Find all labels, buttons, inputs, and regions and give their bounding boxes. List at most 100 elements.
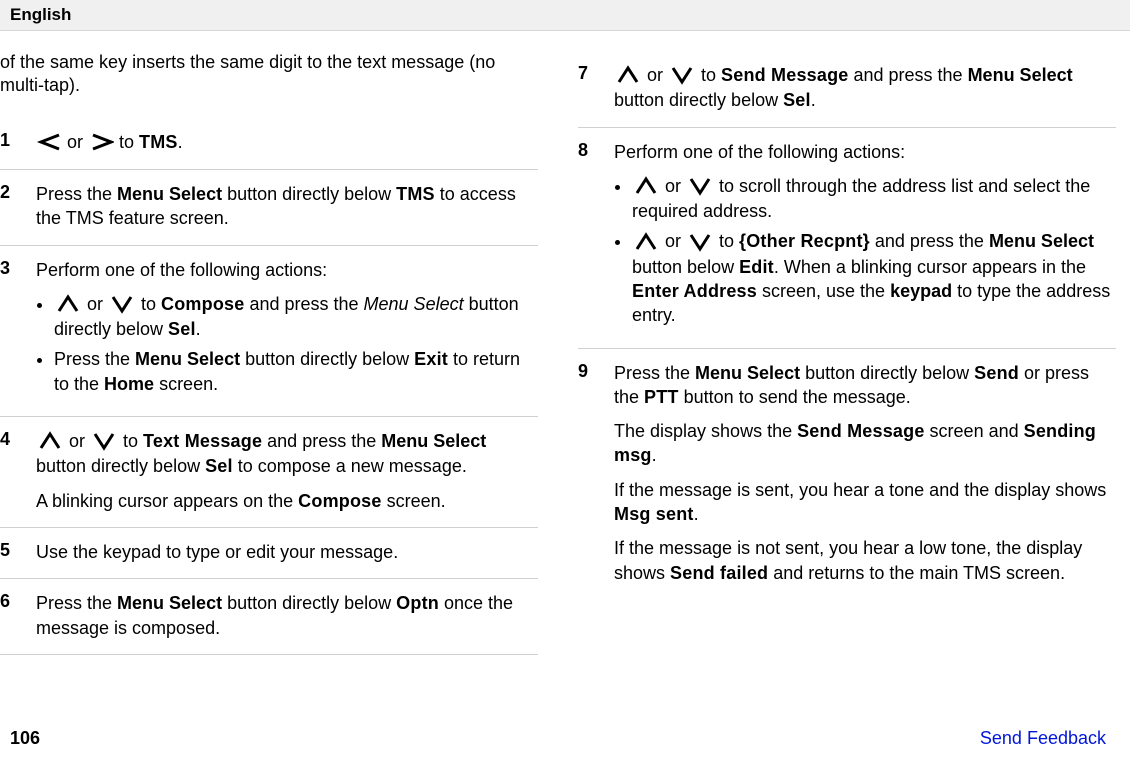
- text: If the message is sent, you hear a tone …: [614, 480, 1106, 500]
- footer: 106 Send Feedback: [0, 728, 1130, 749]
- list-item: or to {Other Recpnt} and press the Menu …: [632, 229, 1116, 327]
- chevron-up-icon: [36, 429, 64, 453]
- step-content: Press the Menu Select button directly be…: [614, 361, 1116, 585]
- step8-list: or to scroll through the address list an…: [614, 174, 1116, 328]
- list-item: Press the Menu Select button directly be…: [54, 347, 538, 396]
- step-number: 4: [0, 429, 20, 513]
- step8-intro: Perform one of the following actions:: [614, 140, 1116, 164]
- step3-intro: Perform one of the following actions:: [36, 258, 538, 282]
- text: .: [694, 504, 699, 524]
- tms-label: TMS: [139, 132, 178, 152]
- other-recpnt-label: {Other Recpnt}: [739, 231, 870, 251]
- chevron-down-icon: [668, 63, 696, 87]
- step-4: 4 or to Text Message and press the Menu …: [0, 416, 538, 527]
- header-language: English: [10, 5, 71, 25]
- or-label: or: [82, 294, 108, 314]
- step-content: or to Text Message and press the Menu Se…: [36, 429, 538, 513]
- send-feedback-link[interactable]: Send Feedback: [980, 728, 1106, 749]
- right-column: 7 or to Send Message and press the Menu …: [578, 51, 1116, 655]
- step-number: 7: [578, 63, 598, 113]
- edit-label: Edit: [739, 257, 774, 277]
- step-1: 1 or to TMS.: [0, 118, 538, 169]
- step-8: 8 Perform one of the following actions: …: [578, 128, 1116, 349]
- to-label: to: [696, 65, 721, 85]
- step-content: Press the Menu Select button directly be…: [36, 182, 538, 231]
- or-label: or: [642, 65, 668, 85]
- enter-address-label: Enter Address: [632, 281, 757, 301]
- text: Press the: [614, 363, 695, 383]
- step-content: Perform one of the following actions: or…: [36, 258, 538, 402]
- step-7: 7 or to Send Message and press the Menu …: [578, 51, 1116, 128]
- to-label: to: [118, 431, 143, 451]
- left-column: of the same key inserts the same digit t…: [0, 51, 538, 655]
- text: to compose a new message.: [233, 456, 467, 476]
- exit-label: Exit: [414, 349, 448, 369]
- text: screen, use the: [757, 281, 890, 301]
- text: button directly below: [222, 184, 396, 204]
- text: button directly below: [222, 593, 396, 613]
- send-message-label: Send Message: [797, 421, 924, 441]
- text: button to send the message.: [679, 387, 911, 407]
- chevron-down-icon: [90, 429, 118, 453]
- step-number: 6: [0, 591, 20, 640]
- or-label: or: [660, 176, 686, 196]
- text: Press the: [54, 349, 135, 369]
- step-number: 3: [0, 258, 20, 402]
- step-3: 3 Perform one of the following actions: …: [0, 245, 538, 416]
- text-message-label: Text Message: [143, 431, 262, 451]
- text: Press the: [36, 184, 117, 204]
- list-item: or to Compose and press the Menu Select …: [54, 292, 538, 342]
- ptt-label: PTT: [644, 387, 679, 407]
- text: The display shows the: [614, 421, 797, 441]
- text: screen.: [382, 491, 446, 511]
- step-content: Use the keypad to type or edit your mess…: [36, 540, 538, 564]
- chevron-right-icon: [88, 130, 114, 154]
- step-number: 2: [0, 182, 20, 231]
- text: screen.: [154, 374, 218, 394]
- step-number: 9: [578, 361, 598, 585]
- intro-text: of the same key inserts the same digit t…: [0, 51, 538, 98]
- menu-select-italic: Menu Select: [364, 294, 464, 314]
- text: . When a blinking cursor appears in the: [774, 257, 1086, 277]
- page-number: 106: [10, 728, 40, 749]
- tms-label: TMS: [396, 184, 435, 204]
- chevron-down-icon: [686, 174, 714, 198]
- text: A blinking cursor appears on the: [36, 491, 298, 511]
- step-number: 5: [0, 540, 20, 564]
- step5-text: Use the keypad to type or edit your mess…: [36, 540, 538, 564]
- list-item: or to scroll through the address list an…: [632, 174, 1116, 224]
- step-content: Perform one of the following actions: or…: [614, 140, 1116, 334]
- chevron-up-icon: [614, 63, 642, 87]
- msg-sent-label: Msg sent: [614, 504, 694, 524]
- home-label: Home: [104, 374, 154, 394]
- send-label: Send: [974, 363, 1019, 383]
- compose-label: Compose: [298, 491, 381, 511]
- keypad-label: keypad: [890, 281, 952, 301]
- optn-label: Optn: [396, 593, 439, 613]
- step-content: or to Send Message and press the Menu Se…: [614, 63, 1116, 113]
- step-number: 1: [0, 130, 20, 155]
- text: screen and: [925, 421, 1024, 441]
- or-label: or: [62, 132, 88, 152]
- menu-select-label: Menu Select: [968, 65, 1073, 85]
- step-2: 2 Press the Menu Select button directly …: [0, 169, 538, 245]
- menu-select-label: Menu Select: [117, 593, 222, 613]
- chevron-left-icon: [36, 130, 62, 154]
- step-content: or to TMS.: [36, 130, 538, 155]
- step3-list: or to Compose and press the Menu Select …: [36, 292, 538, 396]
- send-failed-label: Send failed: [670, 563, 768, 583]
- sel-label: Sel: [783, 90, 811, 110]
- text: button directly below: [800, 363, 974, 383]
- to-label: to: [114, 132, 139, 152]
- menu-select-label: Menu Select: [135, 349, 240, 369]
- menu-select-label: Menu Select: [695, 363, 800, 383]
- step-content: Press the Menu Select button directly be…: [36, 591, 538, 640]
- chevron-up-icon: [632, 174, 660, 198]
- text: Press the: [36, 593, 117, 613]
- step-9: 9 Press the Menu Select button directly …: [578, 349, 1116, 599]
- to-label: to: [714, 231, 739, 251]
- chevron-up-icon: [54, 292, 82, 316]
- step-number: 8: [578, 140, 598, 334]
- to-label: to: [136, 294, 161, 314]
- chevron-up-icon: [632, 230, 660, 254]
